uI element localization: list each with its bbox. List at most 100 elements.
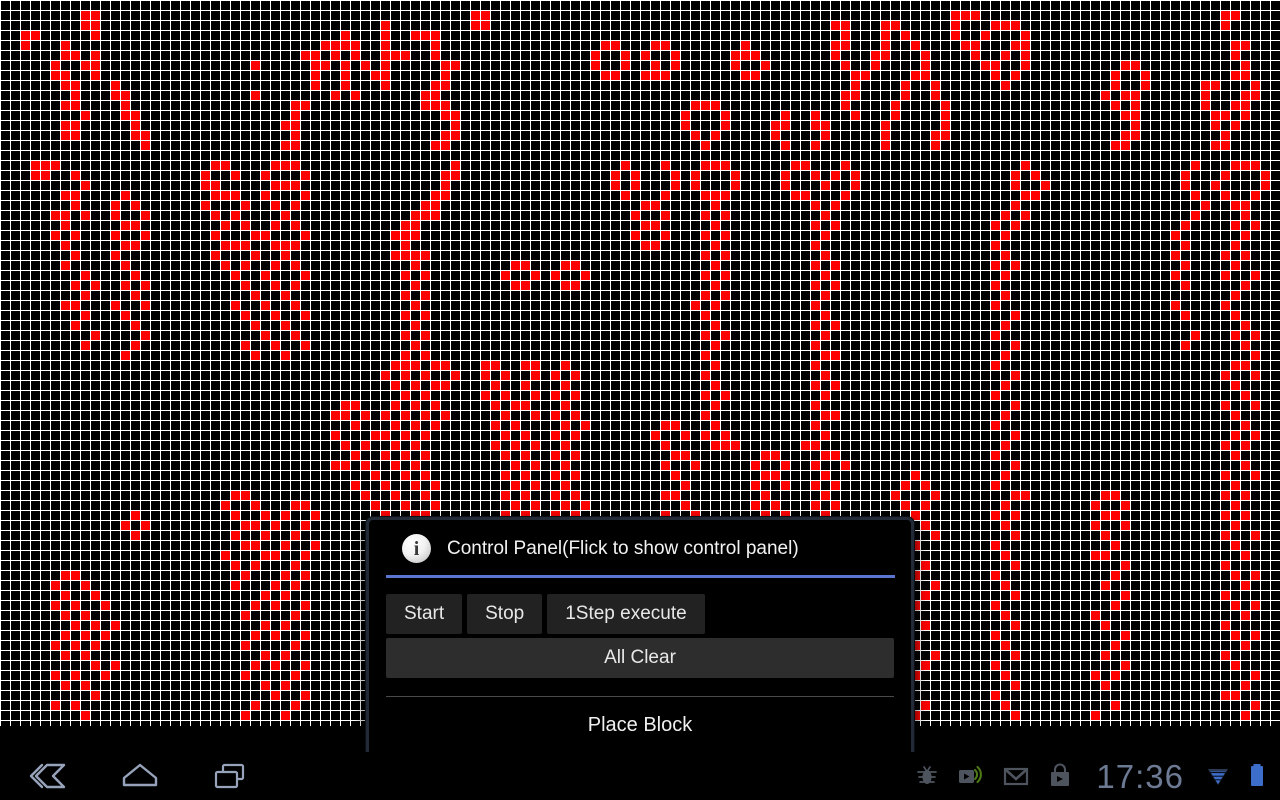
life-cell[interactable] <box>1220 300 1230 310</box>
life-cell[interactable] <box>720 390 730 400</box>
life-cell[interactable] <box>670 180 680 190</box>
life-cell[interactable] <box>220 260 230 270</box>
life-cell[interactable] <box>1240 230 1250 240</box>
life-cell[interactable] <box>750 50 760 60</box>
life-cell[interactable] <box>400 50 410 60</box>
life-cell[interactable] <box>120 100 130 110</box>
life-cell[interactable] <box>1000 670 1010 680</box>
life-cell[interactable] <box>990 220 1000 230</box>
life-cell[interactable] <box>90 620 100 630</box>
life-cell[interactable] <box>90 20 100 30</box>
life-cell[interactable] <box>600 40 610 50</box>
life-cell[interactable] <box>300 600 310 610</box>
life-cell[interactable] <box>60 80 70 90</box>
life-cell[interactable] <box>1230 360 1240 370</box>
life-cell[interactable] <box>1250 430 1260 440</box>
life-cell[interactable] <box>1010 180 1020 190</box>
life-cell[interactable] <box>1000 700 1010 710</box>
life-cell[interactable] <box>1190 190 1200 200</box>
life-cell[interactable] <box>710 400 720 410</box>
life-cell[interactable] <box>250 350 260 360</box>
life-cell[interactable] <box>640 70 650 80</box>
life-cell[interactable] <box>560 260 570 270</box>
life-cell[interactable] <box>440 130 450 140</box>
life-cell[interactable] <box>420 270 430 280</box>
life-cell[interactable] <box>1100 580 1110 590</box>
life-cell[interactable] <box>60 210 70 220</box>
life-cell[interactable] <box>840 100 850 110</box>
life-cell[interactable] <box>1000 80 1010 90</box>
life-cell[interactable] <box>710 320 720 330</box>
life-cell[interactable] <box>530 370 540 380</box>
life-cell[interactable] <box>990 600 1000 610</box>
life-cell[interactable] <box>1000 270 1010 280</box>
life-cell[interactable] <box>890 110 900 120</box>
life-cell[interactable] <box>780 180 790 190</box>
life-cell[interactable] <box>290 120 300 130</box>
life-cell[interactable] <box>990 20 1000 30</box>
life-cell[interactable] <box>70 280 80 290</box>
life-cell[interactable] <box>290 130 300 140</box>
life-cell[interactable] <box>1220 250 1230 260</box>
life-cell[interactable] <box>490 440 500 450</box>
life-cell[interactable] <box>120 240 130 250</box>
life-cell[interactable] <box>110 80 120 90</box>
life-cell[interactable] <box>220 220 230 230</box>
life-cell[interactable] <box>780 110 790 120</box>
life-cell[interactable] <box>1240 340 1250 350</box>
life-cell[interactable] <box>690 170 700 180</box>
life-cell[interactable] <box>1010 340 1020 350</box>
life-cell[interactable] <box>50 230 60 240</box>
life-cell[interactable] <box>1230 10 1240 20</box>
life-cell[interactable] <box>640 50 650 60</box>
life-cell[interactable] <box>1230 600 1240 610</box>
life-cell[interactable] <box>660 160 670 170</box>
life-cell[interactable] <box>250 290 260 300</box>
life-cell[interactable] <box>410 30 420 40</box>
life-cell[interactable] <box>300 50 310 60</box>
life-cell[interactable] <box>250 560 260 570</box>
life-cell[interactable] <box>300 170 310 180</box>
life-cell[interactable] <box>1250 330 1260 340</box>
life-cell[interactable] <box>140 230 150 240</box>
life-cell[interactable] <box>970 50 980 60</box>
life-cell[interactable] <box>730 180 740 190</box>
life-cell[interactable] <box>610 40 620 50</box>
life-cell[interactable] <box>350 450 360 460</box>
life-cell[interactable] <box>530 480 540 490</box>
life-cell[interactable] <box>350 40 360 50</box>
life-cell[interactable] <box>560 500 570 510</box>
recent-apps-button[interactable] <box>206 756 258 796</box>
life-cell[interactable] <box>20 40 30 50</box>
life-cell[interactable] <box>270 630 280 640</box>
life-cell[interactable] <box>1210 120 1220 130</box>
life-cell[interactable] <box>400 270 410 280</box>
life-cell[interactable] <box>670 60 680 70</box>
life-cell[interactable] <box>880 120 890 130</box>
life-cell[interactable] <box>60 590 70 600</box>
life-cell[interactable] <box>1090 500 1100 510</box>
life-cell[interactable] <box>140 210 150 220</box>
life-cell[interactable] <box>1250 670 1260 680</box>
life-cell[interactable] <box>700 190 710 200</box>
life-cell[interactable] <box>410 440 420 450</box>
life-cell[interactable] <box>570 410 580 420</box>
life-cell[interactable] <box>1170 230 1180 240</box>
life-cell[interactable] <box>430 210 440 220</box>
life-cell[interactable] <box>380 430 390 440</box>
life-cell[interactable] <box>60 120 70 130</box>
life-cell[interactable] <box>670 170 680 180</box>
life-cell[interactable] <box>1190 160 1200 170</box>
life-cell[interactable] <box>670 490 680 500</box>
life-cell[interactable] <box>430 200 440 210</box>
life-cell[interactable] <box>990 510 1000 520</box>
life-cell[interactable] <box>810 220 820 230</box>
life-cell[interactable] <box>510 400 520 410</box>
life-cell[interactable] <box>280 120 290 130</box>
life-cell[interactable] <box>670 470 680 480</box>
life-cell[interactable] <box>410 360 420 370</box>
life-cell[interactable] <box>240 240 250 250</box>
life-cell[interactable] <box>240 520 250 530</box>
life-cell[interactable] <box>1100 680 1110 690</box>
life-cell[interactable] <box>310 80 320 90</box>
